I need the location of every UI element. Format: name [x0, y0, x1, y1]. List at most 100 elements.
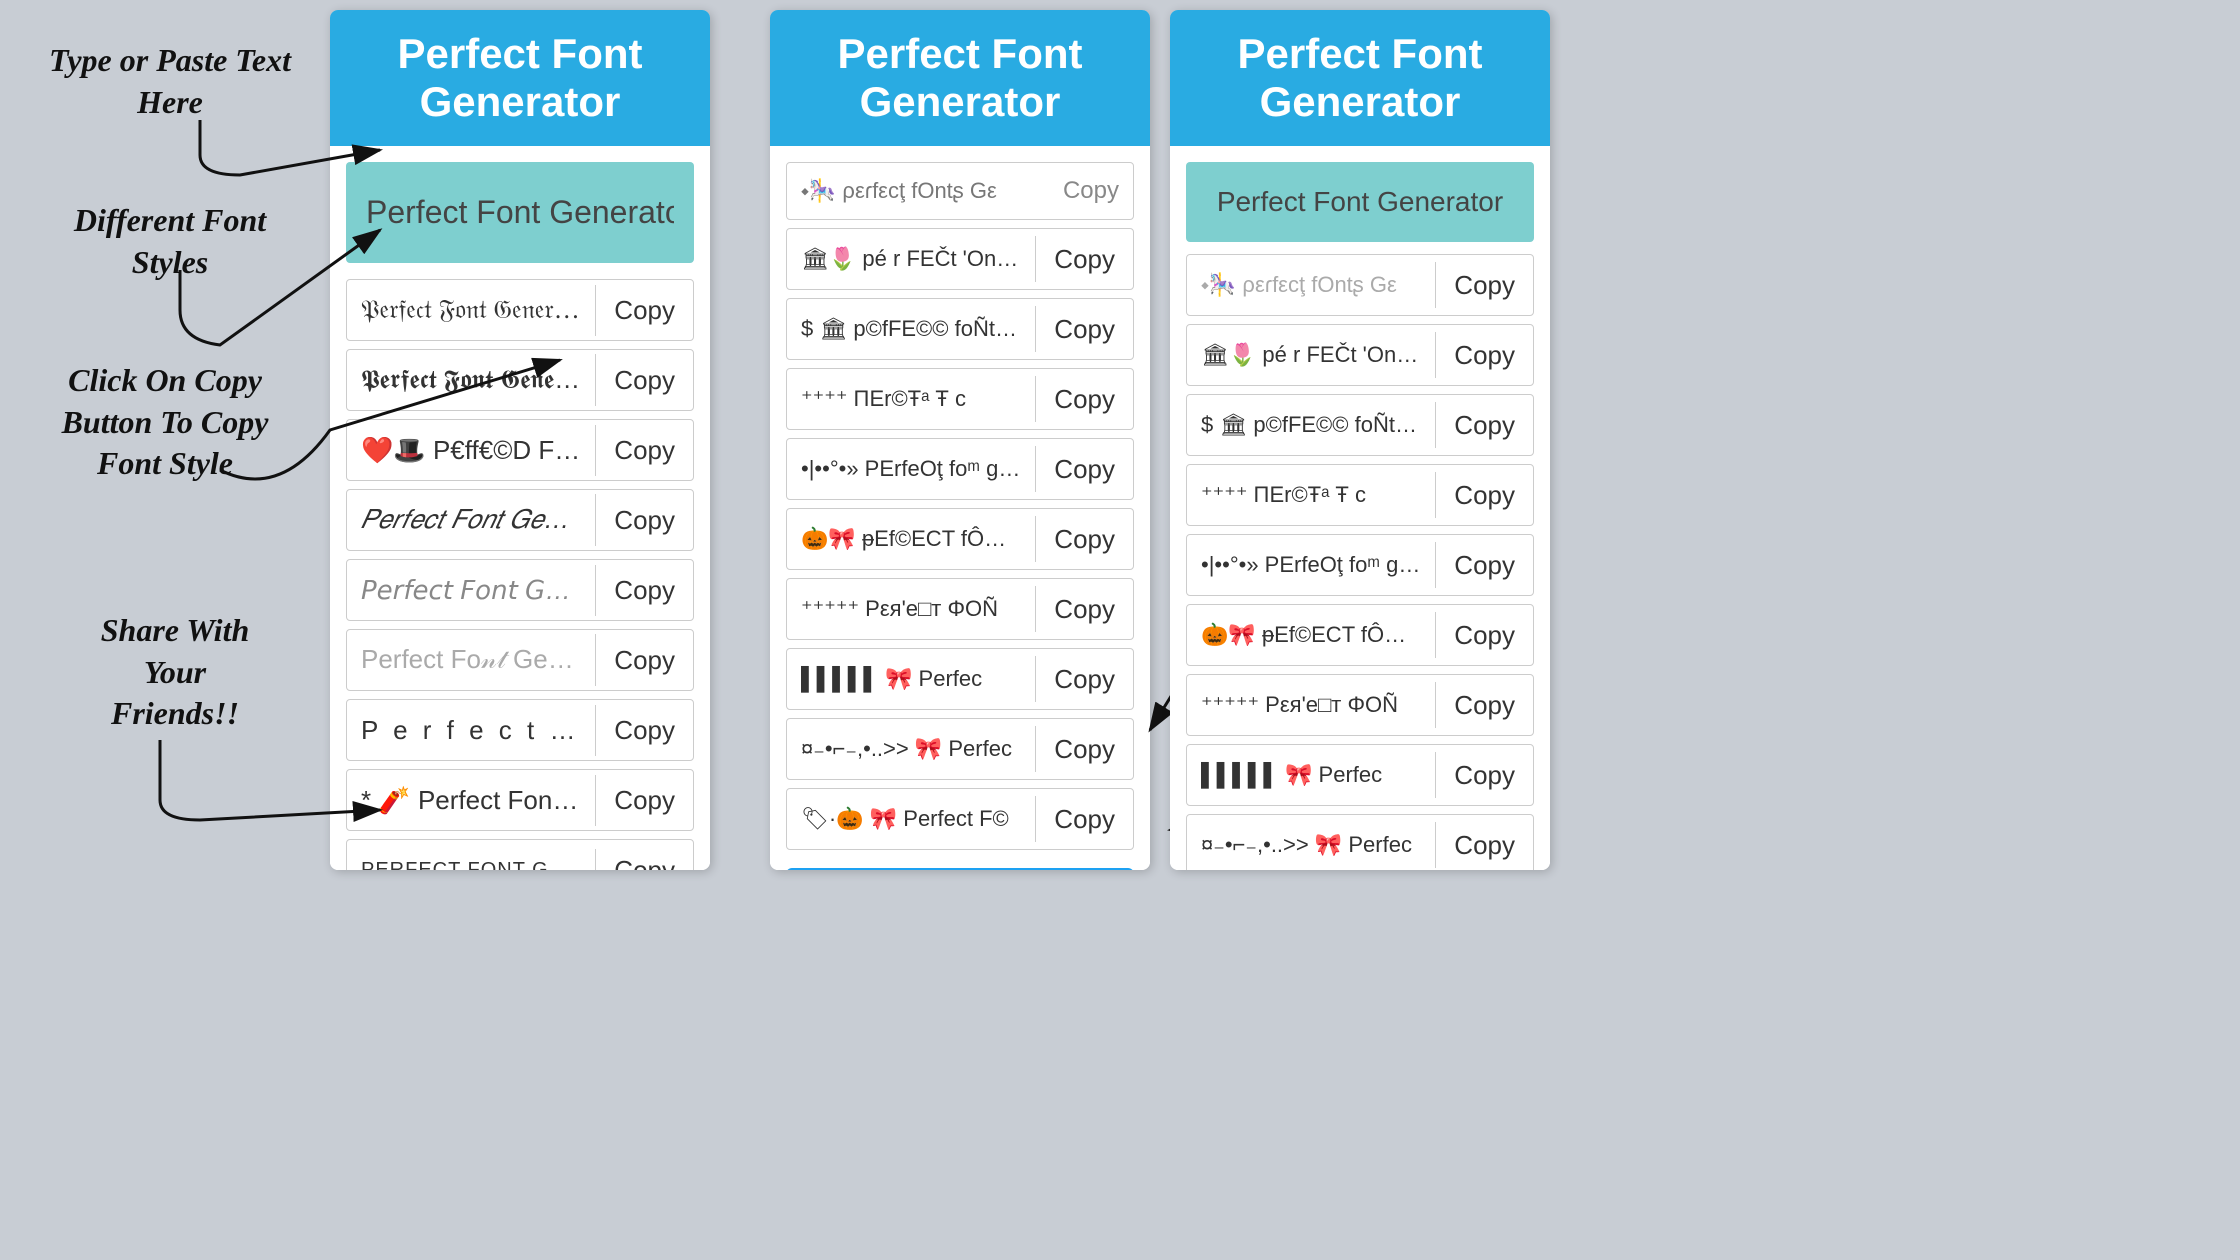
font-row: ⁺⁺⁺⁺ ΠEr©Ŧᵃ Ŧ c Copy [786, 368, 1134, 430]
copy-button[interactable]: Copy [1036, 794, 1133, 845]
font-row: ❤️🎩 P€ff€©D FOn© g€ Copy [346, 419, 694, 481]
copy-button[interactable]: Copy [596, 635, 693, 686]
font-row: 🏷·🎃 🎀 Perfect F© Copy [786, 788, 1134, 850]
copy-button[interactable]: Copy [1036, 444, 1133, 495]
font-row: 🎃🎀 ᵽEf©ECT fÔNt g Copy [1186, 604, 1534, 666]
font-row: ⬩🎠 ρεɾfεcţ fOntʂ Gε Copy [1186, 254, 1534, 316]
font-row: 🏛🌷 pé r FEČt 'Ont gEN Copy [1186, 324, 1534, 386]
copy-button[interactable]: Copy [1436, 470, 1533, 521]
font-text: P e r f e c t F o n t [347, 705, 596, 756]
copy-button[interactable]: Copy [1036, 514, 1133, 565]
font-row: ⁺⁺⁺⁺ ΠEr©Ŧᵃ Ŧ c Copy [1186, 464, 1534, 526]
font-text: 🎃🎀 ᵽEf©ECT fÔNt g [1187, 612, 1436, 658]
font-row: ⁺⁺⁺⁺⁺ Pεя'e□т ΦOÑ Copy [1186, 674, 1534, 736]
font-text: 🎃🎀 ᵽEf©ECT fÔNt g [787, 516, 1036, 562]
copy-button[interactable]: Copy [1036, 304, 1133, 355]
copy-button[interactable]: Copy [1436, 540, 1533, 591]
font-text: ⁺⁺⁺⁺⁺ Pεя'e□т ΦOÑ [787, 586, 1036, 632]
copy-button[interactable]: Copy [1436, 330, 1533, 381]
copy-button[interactable]: Copy [1436, 820, 1533, 871]
truncated-font-row: ⬩🎠 ρεɾfεcţ fOntʂ Gε Copy [786, 162, 1134, 220]
annotation-share-left: Share WithYourFriends!! [50, 610, 300, 735]
font-text: 🏛🌷 pé r FEČt 'Ont gEN [1187, 332, 1436, 378]
font-row: * 🧨 Perfect Font Gen Copy [346, 769, 694, 831]
font-row: 𝘗𝘦𝘳𝘧𝘦𝘤𝘵 𝘍𝘰𝘯𝘵 𝘎𝘦𝘯𝘦𝘳𝘢𝘵𝘰 Copy [346, 559, 694, 621]
font-row: 𝑃𝑒𝑟𝑓𝑒𝑐𝑡 𝐹𝑜𝑛𝑡 𝐺𝑒𝑛𝑒𝑟𝑎𝑡 Copy [346, 489, 694, 551]
font-row: 🎃🎀 ᵽEf©ECT fÔNt g Copy [786, 508, 1134, 570]
font-row: ¤₋•⌐₋,•..>> 🎀 Perfec Copy [786, 718, 1134, 780]
copy-button[interactable]: Copy [1036, 654, 1133, 705]
left-panel-title-2: Perfect Font Generator [1194, 30, 1526, 126]
font-text: * 🧨 Perfect Font Gen [347, 775, 596, 826]
text-input[interactable] [346, 162, 694, 263]
font-row: ⁺⁺⁺⁺⁺ Pεя'e□т ΦOÑ Copy [786, 578, 1134, 640]
font-row: P e r f e c t F o n t Copy [346, 699, 694, 761]
input-display-2: Perfect Font Generator [1186, 162, 1534, 242]
annotation-different-fonts: Different FontStyles [30, 200, 310, 283]
right-panel-title: Perfect Font Generator [794, 30, 1126, 126]
font-text: 🏛🌷 pé r FEČt 'Ont gEN [787, 236, 1036, 282]
font-row: Perfect Fo𝓃𝓉 Generator Copy [346, 629, 694, 691]
copy-button[interactable]: Copy [596, 845, 693, 871]
font-text: 𝔓𝔢𝔯𝔣𝔢𝔠𝔱 𝔉𝔬𝔫𝔱 𝔊𝔢𝔫𝔢𝔯𝔞𝔱𝔬𝔯 [347, 285, 596, 336]
annotation-click-copy: Click On CopyButton To CopyFont Style [20, 360, 310, 485]
font-row: •|••°•» PErfeOţ foᵐ ge© Copy [1186, 534, 1534, 596]
left-panel-header-2: Perfect Font Generator [1170, 10, 1550, 146]
left-phone-panel: Perfect Font Generator 𝔓𝔢𝔯𝔣𝔢𝔠𝔱 𝔉𝔬𝔫𝔱 𝔊𝔢𝔫𝔢… [330, 10, 710, 870]
font-text: 🏷·🎃 🎀 Perfect F© [787, 796, 1036, 842]
left-panel-header: Perfect Font Generator [330, 10, 710, 146]
font-row: $ 🏛 p©fFE©© foÑt ɢ€I Copy [786, 298, 1134, 360]
font-text: ⬩🎠 ρεɾfεcţ fOntʂ Gε [1187, 262, 1436, 308]
copy-button[interactable]: Copy [1036, 724, 1133, 775]
font-text: Perfect Fo𝓃𝓉 Generator [347, 634, 596, 686]
font-text: ❤️🎩 P€ff€©D FOn© g€ [347, 425, 596, 476]
font-row: $ 🏛 p©fFE©© foÑt ɢ€I Copy [1186, 394, 1534, 456]
truncated-font-text: ⬩🎠 ρεɾfεcţ fOntʂ Gε [801, 178, 1063, 204]
copy-button[interactable]: Copy [1436, 400, 1533, 451]
copy-button[interactable]: Copy [1036, 234, 1133, 285]
font-row: ¤₋•⌐₋,•..>> 🎀 Perfec Copy [1186, 814, 1534, 870]
font-row: ▌▌▌▌▌ 🎀 Perfec Copy [1186, 744, 1534, 806]
font-text: •|••°•» PErfeOţ foᵐ ge© [787, 446, 1036, 492]
font-text: ▌▌▌▌▌ 🎀 Perfec [787, 656, 1036, 702]
font-text: 𝕻𝖊𝖗𝖋𝖊𝖈𝖙 𝕱𝖔𝖓𝖙 𝕲𝖊𝖓𝖊𝖗𝖆𝖙𝖔𝖗 [347, 354, 596, 406]
font-text: 𝑃𝑒𝑟𝑓𝑒𝑐𝑡 𝐹𝑜𝑛𝑡 𝐺𝑒𝑛𝑒𝑟𝑎𝑡 [347, 494, 596, 546]
copy-button[interactable]: Copy [596, 355, 693, 406]
copy-button[interactable]: Copy [596, 425, 693, 476]
copy-button[interactable]: Copy [1036, 374, 1133, 425]
copy-button[interactable]: Copy [596, 705, 693, 756]
font-text: PERFECT FONT GENERATOR [347, 849, 596, 871]
font-text: $ 🏛 p©fFE©© foÑt ɢ€I [787, 306, 1036, 352]
right-phone-panel: Perfect Font Generator ⬩🎠 ρεɾfεcţ fOntʂ … [770, 10, 1150, 870]
copy-button[interactable]: Copy [596, 495, 693, 546]
font-text: 𝘗𝘦𝘳𝘧𝘦𝘤𝘵 𝘍𝘰𝘯𝘵 𝘎𝘦𝘯𝘦𝘳𝘢𝘵𝘰 [347, 565, 596, 616]
left-panel-body-2: Perfect Font Generator ⬩🎠 ρεɾfεcţ fOntʂ … [1170, 146, 1550, 870]
copy-button[interactable]: Copy [1436, 610, 1533, 661]
annotation-type-paste: Type or Paste TextHere [30, 40, 310, 123]
load-more-button[interactable]: Load More Fonts [786, 868, 1134, 870]
copy-button[interactable]: Copy [596, 775, 693, 826]
truncated-copy-text[interactable]: Copy [1063, 177, 1119, 205]
font-text: •|••°•» PErfeOţ foᵐ ge© [1187, 542, 1436, 588]
font-row: PERFECT FONT GENERATOR Copy [346, 839, 694, 870]
font-text: $ 🏛 p©fFE©© foÑt ɢ€I [1187, 402, 1436, 448]
font-row: 𝕻𝖊𝖗𝖋𝖊𝖈𝖙 𝕱𝖔𝖓𝖙 𝕲𝖊𝖓𝖊𝖗𝖆𝖙𝖔𝖗 Copy [346, 349, 694, 411]
font-text: ¤₋•⌐₋,•..>> 🎀 Perfec [787, 726, 1036, 772]
right-panel-body: ⬩🎠 ρεɾfεcţ fOntʂ Gε Copy 🏛🌷 pé r FEČt 'O… [770, 146, 1150, 870]
copy-button[interactable]: Copy [1436, 680, 1533, 731]
font-text: ⁺⁺⁺⁺ ΠEr©Ŧᵃ Ŧ c [787, 376, 1036, 422]
font-text: ¤₋•⌐₋,•..>> 🎀 Perfec [1187, 822, 1436, 868]
font-text: ⁺⁺⁺⁺⁺ Pεя'e□т ΦOÑ [1187, 682, 1436, 728]
right-panel-header: Perfect Font Generator [770, 10, 1150, 146]
font-row: ▌▌▌▌▌ 🎀 Perfec Copy [786, 648, 1134, 710]
copy-button[interactable]: Copy [596, 285, 693, 336]
copy-button[interactable]: Copy [1436, 750, 1533, 801]
copy-button[interactable]: Copy [1036, 584, 1133, 635]
font-row: •|••°•» PErfeOţ foᵐ ge© Copy [786, 438, 1134, 500]
font-row: 🏛🌷 pé r FEČt 'Ont gEN Copy [786, 228, 1134, 290]
font-text: ▌▌▌▌▌ 🎀 Perfec [1187, 752, 1436, 798]
copy-button[interactable]: Copy [1436, 260, 1533, 311]
left-panel-body: 𝔓𝔢𝔯𝔣𝔢𝔠𝔱 𝔉𝔬𝔫𝔱 𝔊𝔢𝔫𝔢𝔯𝔞𝔱𝔬𝔯 Copy 𝕻𝖊𝖗𝖋𝖊𝖈𝖙 𝕱𝖔𝖓𝖙… [330, 146, 710, 870]
font-text: ⁺⁺⁺⁺ ΠEr©Ŧᵃ Ŧ c [1187, 472, 1436, 518]
copy-button[interactable]: Copy [596, 565, 693, 616]
